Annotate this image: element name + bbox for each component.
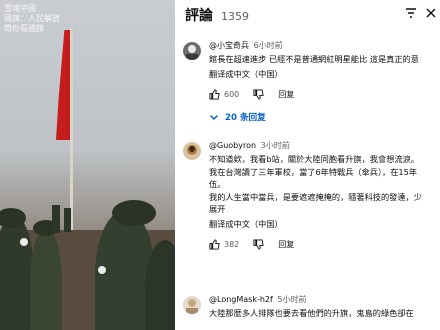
comment-text-line: 不知道欸，我看b站，關於大陸同胞看升旗，我會想流淚。 — [209, 154, 419, 164]
comment-text: 大陸那麼多人排隊也要去看他們的升旗，鬼島的綠色卻在 — [209, 307, 440, 320]
comment-time: 3小时前 — [260, 141, 290, 150]
flag — [56, 30, 70, 140]
show-more-link[interactable]: 展开 — [209, 203, 440, 216]
comment-meta: @Guobyron 3小时前 — [209, 140, 440, 151]
comment-text-line: 大陸那麼多人排隊也要去看他們的升旗，鬼島的綠色卻在 — [209, 308, 414, 318]
comment-time: 5小时前 — [277, 295, 307, 304]
like-button[interactable]: 382 — [209, 238, 240, 250]
sort-icon[interactable] — [404, 6, 418, 20]
comment-meta: @小宝奇兵 6小时前 — [209, 40, 440, 51]
thumbs-down-icon — [253, 88, 264, 100]
video-frame[interactable]: 雪域中國 國旗：人民解放 帶你看國旗 — [0, 0, 175, 330]
avatar[interactable] — [183, 142, 201, 160]
view-replies-button[interactable]: 20 条回复 — [209, 110, 440, 124]
close-icon[interactable] — [424, 6, 438, 20]
reply-button[interactable]: 回复 — [278, 89, 294, 100]
watermark-line: 國旗：人民解放 — [4, 14, 60, 23]
comment-text-line: 館長在超速進步 已經不是普通網紅明星能比 這是真正的意 — [209, 54, 419, 64]
comment-author[interactable]: @小宝奇兵 — [209, 41, 249, 50]
comment-author[interactable]: @Guobyron — [209, 141, 256, 150]
reply-button[interactable]: 回复 — [278, 239, 294, 250]
comment-meta: @LongMask-h2f 5小时前 — [209, 294, 440, 305]
comment-text-line: 我的人生當中當兵，是要遮遮掩掩的，隨著科技的發達，少 — [209, 191, 422, 202]
chevron-down-icon — [210, 115, 218, 120]
comment-author[interactable]: @LongMask-h2f — [209, 295, 273, 304]
comments-count: 1359 — [221, 10, 249, 23]
comment-text-line: 我在台灣讀了三年軍校，當了6年特戰兵（傘兵），在15年 — [209, 166, 418, 177]
like-count: 382 — [224, 239, 240, 249]
like-button[interactable]: 600 — [209, 88, 240, 100]
comment-actions: 382 回复 — [209, 236, 440, 252]
dislike-button[interactable] — [253, 88, 264, 100]
watermark-line: 雪域中國 — [4, 4, 36, 13]
avatar[interactable] — [183, 42, 201, 60]
watermark-line: 帶你看國旗 — [4, 24, 44, 33]
distant-soldier — [52, 205, 60, 233]
soldier — [30, 228, 62, 330]
thumbs-down-icon — [253, 238, 264, 250]
dislike-button[interactable] — [253, 238, 264, 250]
translate-link[interactable]: 翻译成中文（中国） — [209, 68, 440, 81]
glove — [20, 238, 28, 246]
thumbs-up-icon — [209, 88, 220, 100]
comment-text-line: 伍。 — [209, 179, 226, 189]
avatar[interactable] — [183, 296, 201, 314]
translate-link[interactable]: 翻译成中文（中国） — [209, 218, 440, 231]
comments-title: 評論 — [185, 8, 213, 24]
distant-soldier — [64, 208, 71, 232]
comment-time: 6小时前 — [253, 41, 283, 50]
comment-actions: 600 回复 — [209, 86, 440, 102]
comments-panel: 評論 1359 @小宝奇兵 6小时前 館長在超速進步 已經不是普通網紅明星能比 … — [175, 0, 440, 330]
thumbs-up-icon — [209, 238, 220, 250]
comment-text: 不知道欸，我看b站，關於大陸同胞看升旗，我會想流淚。 我在台灣讀了三年軍校，當了… — [209, 153, 440, 203]
watermark: 雪域中國 國旗：人民解放 帶你看國旗 — [4, 4, 74, 34]
soldier-cap — [112, 200, 156, 226]
comments-header: 評論 1359 — [185, 5, 249, 25]
glove — [98, 266, 106, 274]
replies-count: 20 条回复 — [225, 113, 266, 123]
like-count: 600 — [224, 89, 240, 99]
comment-text: 館長在超速進步 已經不是普通網紅明星能比 這是真正的意 — [209, 53, 440, 66]
header-actions — [404, 6, 438, 20]
